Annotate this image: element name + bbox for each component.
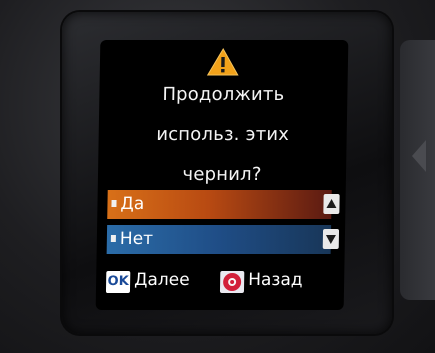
- bullet-icon: [111, 199, 117, 207]
- message-line-1: Продолжить: [162, 84, 285, 105]
- chevron-left-icon: [412, 140, 426, 172]
- scroll-up-icon[interactable]: [323, 194, 340, 214]
- bullet-icon: [110, 234, 116, 242]
- ok-key-icon[interactable]: OK: [105, 271, 131, 293]
- footer-bar: OK Далее Назад: [104, 267, 345, 297]
- message-line-3: чернил?: [182, 164, 262, 185]
- option-no-label: Нет: [119, 229, 154, 249]
- option-no[interactable]: Нет: [106, 225, 332, 254]
- next-label: Далее: [133, 270, 190, 290]
- lcd-screen: Продолжить использ. этих чернил? Да Нет …: [95, 40, 349, 310]
- back-label: Назад: [247, 270, 303, 290]
- scroll-down-icon[interactable]: [322, 229, 340, 249]
- warning-row: [100, 48, 349, 78]
- warning-triangle-icon: [206, 48, 239, 76]
- stop-icon[interactable]: [219, 271, 245, 293]
- option-yes-label: Да: [120, 194, 145, 214]
- option-yes[interactable]: Да: [107, 190, 332, 219]
- message-line-2: использ. этих: [156, 124, 290, 145]
